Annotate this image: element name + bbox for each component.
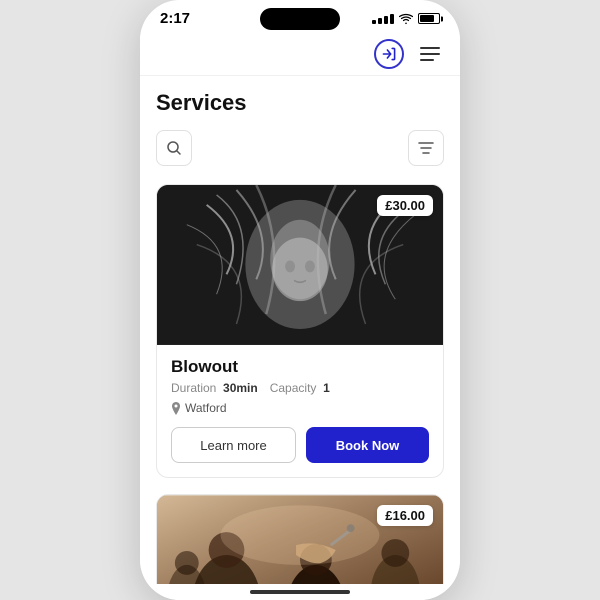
- blowout-price: £30.00: [377, 195, 433, 216]
- battery-icon: [418, 13, 440, 24]
- blowout-duration: Duration 30min: [171, 381, 258, 395]
- blowout-card-body: Blowout Duration 30min Capacity 1: [157, 345, 443, 477]
- blowout-location: Watford: [171, 401, 429, 415]
- blowout-meta: Duration 30min Capacity 1: [171, 381, 429, 395]
- status-icons: [372, 13, 440, 25]
- menu-line-2: [420, 53, 440, 55]
- blowout-actions: Learn more Book Now: [171, 427, 429, 463]
- wifi-icon: [399, 13, 413, 25]
- filter-icon: [418, 141, 434, 155]
- status-notch: [260, 8, 340, 30]
- location-icon: [171, 402, 181, 415]
- status-bar: 2:17: [140, 0, 460, 33]
- rootscut-image: £16.00: [157, 495, 443, 584]
- scroll-indicator: [140, 584, 460, 600]
- search-filter-row: [140, 124, 460, 176]
- book-now-button[interactable]: Book Now: [306, 427, 429, 463]
- login-button[interactable]: [374, 39, 404, 69]
- nav-bar: [140, 33, 460, 76]
- signal-icon: [372, 14, 394, 24]
- menu-line-1: [420, 47, 440, 49]
- scroll-bar: [250, 590, 350, 594]
- menu-button[interactable]: [416, 43, 444, 65]
- learn-more-button[interactable]: Learn more: [171, 427, 296, 463]
- status-time: 2:17: [160, 10, 190, 27]
- blowout-image: £30.00: [157, 185, 443, 345]
- service-card-rootscut: £16.00 Roots Cut: [156, 494, 444, 584]
- search-button[interactable]: [156, 130, 192, 166]
- blowout-name: Blowout: [171, 357, 429, 377]
- page-title: Services: [156, 90, 444, 116]
- menu-line-3: [420, 59, 434, 61]
- service-card-blowout: £30.00 Blowout Duration 30min Capacity 1: [156, 184, 444, 478]
- phone-frame: 2:17: [140, 0, 460, 600]
- blowout-capacity: Capacity 1: [270, 381, 330, 395]
- search-icon: [166, 140, 182, 156]
- services-header: Services: [140, 76, 460, 124]
- main-content: Services: [140, 76, 460, 584]
- filter-button[interactable]: [408, 130, 444, 166]
- rootscut-price: £16.00: [377, 505, 433, 526]
